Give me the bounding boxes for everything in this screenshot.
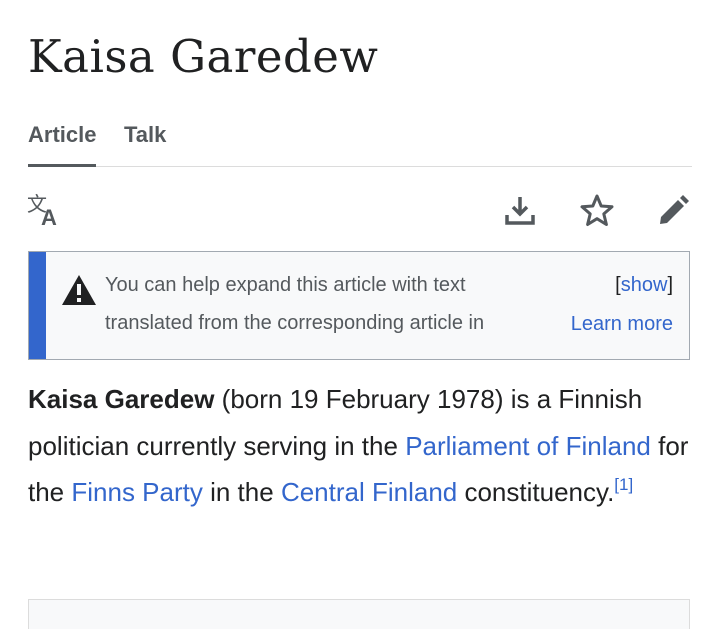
translate-icon[interactable]: 文 A	[26, 190, 66, 230]
show-link[interactable]: show	[621, 274, 668, 296]
notice-text-line2: translated from the corresponding articl…	[105, 312, 485, 334]
edit-icon[interactable]	[654, 190, 694, 230]
article-subject: Kaisa Garedew	[28, 384, 215, 414]
page-title: Kaisa Garedew	[28, 30, 379, 83]
show-toggle[interactable]: [show]	[615, 274, 673, 297]
link-parliament-of-finland[interactable]: Parliament of Finland	[405, 431, 651, 461]
warning-icon	[61, 274, 97, 311]
notice-text-line1: You can help expand this article with te…	[105, 274, 466, 296]
tab-article[interactable]: Article	[28, 120, 97, 167]
reference-link[interactable]: [1]	[614, 475, 633, 494]
star-icon[interactable]	[577, 190, 617, 230]
infobox-partial	[28, 599, 690, 629]
link-central-finland[interactable]: Central Finland	[281, 477, 457, 507]
translation-notice: You can help expand this article with te…	[28, 251, 690, 360]
download-icon[interactable]	[500, 190, 540, 230]
tab-talk[interactable]: Talk	[124, 120, 166, 166]
notice-fade	[490, 308, 560, 340]
link-finns-party[interactable]: Finns Party	[71, 477, 203, 507]
article-lead-paragraph: Kaisa Garedew (born 19 February 1978) is…	[28, 384, 689, 507]
svg-text:A: A	[41, 205, 57, 227]
tab-bar: Article Talk	[28, 120, 692, 167]
notice-accent-bar	[29, 252, 46, 359]
learn-more-link[interactable]: Learn more	[571, 313, 673, 336]
